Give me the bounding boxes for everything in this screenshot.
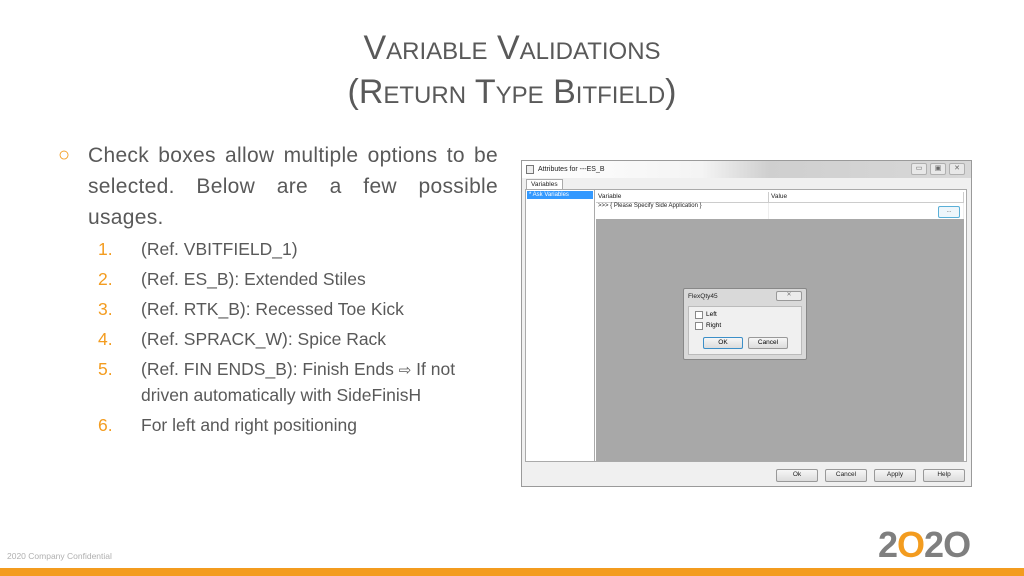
tab-variables[interactable]: Variables — [526, 179, 563, 189]
table-row[interactable]: >>> { Please Specify Side Application } … — [596, 203, 964, 219]
list-item: 3. (Ref. RTK_B): Recessed Toe Kick — [98, 297, 498, 322]
window-titlebar: Attributes for ---ES_B — [522, 161, 971, 178]
logo-digit: 2 — [924, 524, 944, 565]
checkbox-icon[interactable] — [695, 310, 703, 319]
apply-button[interactable]: Apply — [874, 469, 916, 482]
dialog-close-icon[interactable]: ✕ — [776, 291, 802, 301]
window-title: Attributes for ---ES_B — [538, 166, 605, 173]
item-text-part: (Ref. FIN ENDS_B): Finish Ends — [141, 359, 394, 379]
company-logo: 2O2O — [878, 524, 971, 565]
grid-header: Variable Value — [596, 192, 964, 203]
checkbox-left[interactable]: Left — [695, 310, 801, 319]
column-header-variable[interactable]: Variable — [596, 192, 769, 202]
cell-variable: >>> { Please Specify Side Application } — [596, 203, 769, 219]
item-text: (Ref. ES_B): Extended Stiles — [141, 269, 366, 289]
title-line-1: Variable Validations — [363, 29, 661, 67]
item-text: (Ref. RTK_B): Recessed Toe Kick — [141, 299, 404, 319]
list-item: 6. For left and right positioning — [98, 413, 498, 438]
item-number: 4. — [98, 329, 113, 349]
footer-accent-bar — [0, 568, 1024, 576]
dialog-cancel-button[interactable]: Cancel — [748, 337, 788, 349]
slide-title: Variable Validations (Return Type Bitfie… — [0, 26, 1024, 114]
list-item: 5. (Ref. FIN ENDS_B): Finish Ends ⇨ If no… — [98, 357, 498, 408]
close-icon[interactable]: ✕ — [949, 163, 965, 175]
checkbox-label: Left — [706, 311, 717, 318]
item-number: 6. — [98, 415, 113, 435]
window-buttons: Ok Cancel Apply Help — [776, 469, 965, 482]
dialog-ok-button[interactable]: OK — [703, 337, 743, 349]
slide-content: ○ Check boxes allow multiple options to … — [58, 140, 498, 443]
usage-list: 1. (Ref. VBITFIELD_1) 2. (Ref. ES_B): Exte… — [98, 237, 498, 438]
confidential-notice: 2020 Company Confidential — [7, 551, 112, 561]
tree-item-ask-variables[interactable]: * Ask Variables — [527, 191, 593, 199]
item-text: For left and right positioning — [141, 415, 357, 435]
checkbox-label: Right — [706, 322, 722, 329]
bullet-text: Check boxes allow multiple options to be… — [88, 144, 498, 229]
logo-digit-accent: O — [897, 524, 925, 565]
window-controls: ▭ ▣ ✕ — [911, 163, 965, 175]
ellipsis-button[interactable]: ... — [938, 206, 960, 218]
list-item: 1. (Ref. VBITFIELD_1) — [98, 237, 498, 262]
item-text: (Ref. VBITFIELD_1) — [141, 239, 298, 259]
item-text: (Ref. FIN ENDS_B): Finish Ends ⇨ If not … — [141, 357, 498, 408]
item-number: 3. — [98, 299, 113, 319]
item-number: 5. — [98, 359, 113, 379]
logo-digit: 2 — [878, 524, 898, 565]
help-button[interactable]: Help — [923, 469, 965, 482]
item-text: (Ref. SPRACK_W): Spice Rack — [141, 329, 387, 349]
logo-digit: O — [943, 524, 971, 565]
list-item: 4. (Ref. SPRACK_W): Spice Rack — [98, 327, 498, 352]
checkbox-right[interactable]: Right — [695, 321, 801, 330]
ok-button[interactable]: Ok — [776, 469, 818, 482]
variable-tree: * Ask Variables — [526, 190, 595, 461]
maximize-icon[interactable]: ▣ — [930, 163, 946, 175]
column-header-value[interactable]: Value — [769, 192, 964, 202]
dialog-buttons: OK Cancel — [703, 337, 788, 349]
document-icon — [526, 165, 534, 174]
cell-value[interactable] — [769, 203, 964, 219]
title-line-2: (Return Type Bitfield) — [347, 73, 677, 111]
hollow-circle-bullet-icon: ○ — [58, 144, 71, 166]
tab-strip: Variables — [526, 179, 563, 189]
right-arrow-icon: ⇨ — [398, 362, 412, 379]
item-number: 1. — [98, 239, 113, 259]
item-number: 2. — [98, 269, 113, 289]
bullet-item: ○ Check boxes allow multiple options to … — [58, 140, 498, 233]
flexqty-dialog: FlexQty45 ✕ Left Right OK Cancel — [683, 288, 807, 360]
minimize-icon[interactable]: ▭ — [911, 163, 927, 175]
list-item: 2. (Ref. ES_B): Extended Stiles — [98, 267, 498, 292]
cancel-button[interactable]: Cancel — [825, 469, 867, 482]
dialog-body: Left Right OK Cancel — [688, 306, 802, 355]
checkbox-icon[interactable] — [695, 321, 703, 330]
